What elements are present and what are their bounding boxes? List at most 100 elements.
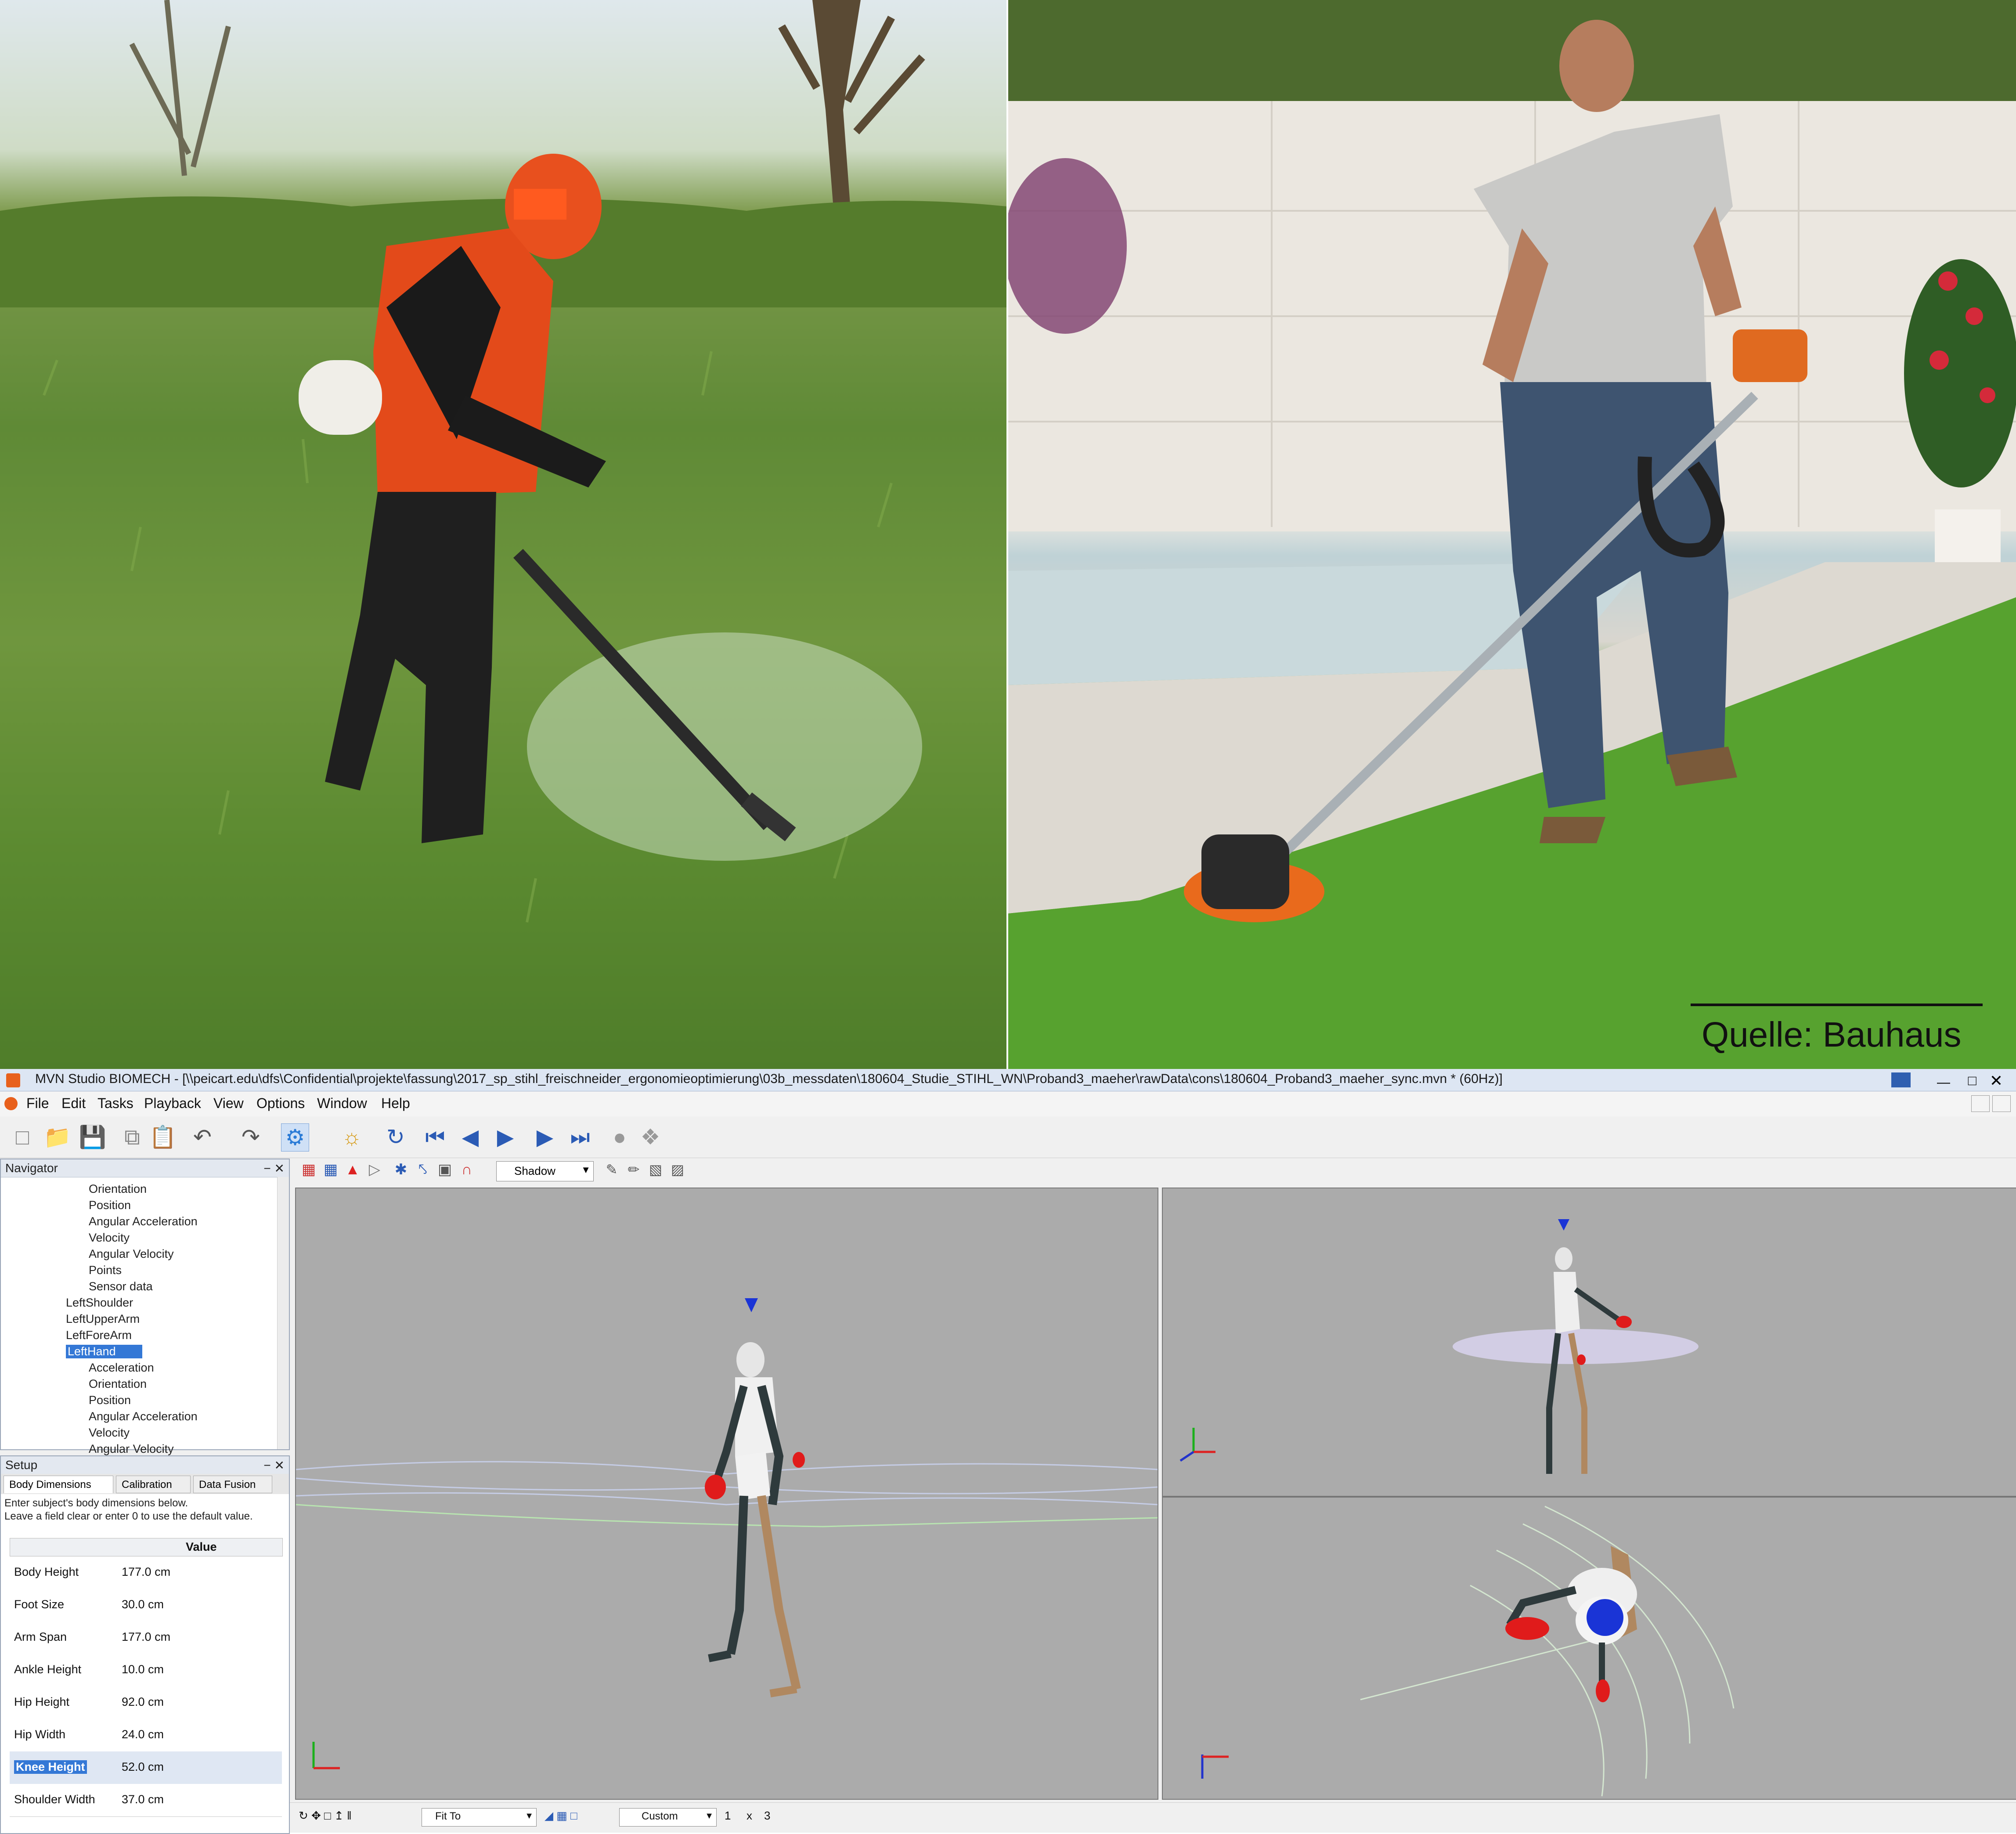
dimension-row[interactable]: Arm Span 177.0 cm <box>10 1621 282 1654</box>
tree-item[interactable]: Position <box>89 1199 131 1212</box>
dimension-row[interactable]: Hip Height 92.0 cm <box>10 1686 282 1719</box>
close-icon[interactable]: ✕ <box>1990 1072 2003 1090</box>
record-icon[interactable]: ● <box>606 1123 633 1151</box>
dimension-row[interactable]: Body Height 177.0 cm <box>10 1556 282 1589</box>
tab-data-fusion[interactable]: Data Fusion <box>193 1476 272 1493</box>
import-icon[interactable]: ▨ <box>667 1159 688 1180</box>
dimension-row[interactable]: Knee Height 52.0 cm <box>10 1751 282 1784</box>
tree-item[interactable]: Position <box>89 1394 131 1407</box>
dimensions-grid-header: Value <box>10 1538 283 1556</box>
reset-icon[interactable]: ↻ <box>382 1123 409 1151</box>
tree-item[interactable]: Angular Acceleration <box>89 1410 198 1423</box>
paste-icon[interactable]: 📋 <box>149 1123 177 1151</box>
previous-frame-icon[interactable]: ◀ <box>457 1123 484 1151</box>
tree-item[interactable]: Points <box>89 1264 122 1277</box>
menu-help[interactable]: Help <box>381 1095 410 1112</box>
dimension-row[interactable]: Shoulder Width 37.0 cm <box>10 1784 282 1817</box>
status-sep: x <box>747 1809 752 1822</box>
dimension-value[interactable]: 24.0 cm <box>122 1728 164 1741</box>
menu-view[interactable]: View <box>213 1095 244 1112</box>
calibrate-icon[interactable]: ☼ <box>338 1123 365 1151</box>
axis-icon[interactable]: ⤣ <box>413 1159 433 1180</box>
grid-icon[interactable]: ▦ <box>321 1159 341 1180</box>
tree-item[interactable]: Angular Velocity <box>89 1442 174 1456</box>
menu-edit[interactable]: Edit <box>61 1095 86 1112</box>
tree-item[interactable]: LeftUpperArm <box>66 1312 140 1326</box>
setup-description-line-1: Enter subject's body dimensions below. <box>4 1497 188 1509</box>
play-small-icon[interactable]: ▷ <box>364 1159 385 1180</box>
open-folder-icon[interactable]: 📁 <box>44 1123 71 1151</box>
dimension-label: Foot Size <box>14 1598 65 1611</box>
tree-item[interactable]: LeftShoulder <box>66 1296 133 1310</box>
shadow-dropdown[interactable]: Shadow ▼ <box>496 1161 594 1181</box>
viewport-top[interactable] <box>1162 1497 2016 1800</box>
tab-body-dimensions[interactable]: Body Dimensions <box>4 1476 113 1493</box>
status-view-icons[interactable]: ◢ ▦ □ <box>545 1809 577 1823</box>
menu-playback[interactable]: Playback <box>144 1095 201 1112</box>
tree-item[interactable]: Velocity <box>89 1426 130 1440</box>
dimension-value[interactable]: 177.0 cm <box>122 1630 170 1644</box>
dimension-value[interactable]: 52.0 cm <box>122 1760 164 1774</box>
frame-icon[interactable]: ▣ <box>435 1159 455 1180</box>
mdi-close-icon[interactable] <box>1992 1095 2011 1112</box>
status-page-2: 3 <box>764 1809 771 1822</box>
viewport-main[interactable] <box>295 1188 1158 1800</box>
new-file-icon[interactable]: □ <box>9 1123 36 1151</box>
last-frame-icon[interactable]: ⏭ <box>566 1123 594 1151</box>
tree-item[interactable]: Orientation <box>89 1377 147 1391</box>
menu-file[interactable]: File <box>26 1095 49 1112</box>
viewport-top-scene <box>1201 1505 1735 1797</box>
photo-brushcutter-worker <box>0 0 1006 1069</box>
status-tool-icons[interactable]: ↻ ✥ □ ↥ ‖ <box>299 1809 352 1823</box>
tree-item[interactable]: LeftHand <box>66 1345 142 1358</box>
zoom-dropdown[interactable]: Fit To ▼ <box>422 1808 537 1827</box>
export-icon[interactable]: ▧ <box>646 1159 666 1180</box>
magnet-icon[interactable]: ∩ <box>457 1159 477 1180</box>
tree-item[interactable]: Velocity <box>89 1231 130 1245</box>
tree-item[interactable]: Angular Acceleration <box>89 1215 198 1228</box>
first-frame-icon[interactable]: ⏮ <box>422 1123 449 1151</box>
dimension-value[interactable]: 10.0 cm <box>122 1663 164 1676</box>
menu-options[interactable]: Options <box>256 1095 305 1112</box>
menu-window[interactable]: Window <box>317 1095 367 1112</box>
redo-icon[interactable]: ↷ <box>237 1123 264 1151</box>
panel-pin-close-icon[interactable]: − ✕ <box>263 1161 285 1176</box>
view-dropdown[interactable]: Custom ▼ <box>619 1808 717 1827</box>
marker-icon[interactable]: ❖ <box>637 1123 664 1151</box>
tab-calibration[interactable]: Calibration <box>116 1476 191 1493</box>
dimension-value[interactable]: 37.0 cm <box>122 1793 164 1806</box>
sensor-config-icon[interactable]: ⚙ <box>281 1123 309 1152</box>
mvn-studio-window: MVN Studio BIOMECH - [\\peicart.edu\dfs\… <box>0 1069 2016 1834</box>
dimension-row[interactable]: Ankle Height 10.0 cm <box>10 1654 282 1687</box>
tree-item[interactable]: Orientation <box>89 1182 147 1196</box>
next-frame-icon[interactable]: ▶ <box>531 1123 559 1151</box>
setup-pin-close-icon[interactable]: − ✕ <box>263 1458 285 1473</box>
dimension-value[interactable]: 92.0 cm <box>122 1695 164 1709</box>
dimension-row[interactable]: Foot Size 30.0 cm <box>10 1589 282 1622</box>
edit-icon[interactable]: ✎ <box>602 1159 622 1180</box>
tree-item[interactable]: Angular Velocity <box>89 1247 174 1261</box>
pencil-icon[interactable]: ✏ <box>624 1159 644 1180</box>
skeleton-icon[interactable]: ✱ <box>391 1159 411 1180</box>
navigator-scrollbar[interactable] <box>277 1177 289 1449</box>
play-icon[interactable]: ▶ <box>492 1123 519 1151</box>
setup-panel: Setup − ✕ Body Dimensions Calibration Da… <box>0 1455 290 1834</box>
save-icon[interactable]: 💾 <box>79 1123 106 1151</box>
tree-item[interactable]: Sensor data <box>89 1280 153 1293</box>
monitor-icon[interactable] <box>1891 1072 1911 1087</box>
dimension-row[interactable]: Hip Width 24.0 cm <box>10 1719 282 1752</box>
restore-icon[interactable] <box>1971 1095 1990 1112</box>
undo-icon[interactable]: ↶ <box>189 1123 216 1151</box>
maximize-icon[interactable]: □ <box>1968 1072 1976 1089</box>
copy-icon[interactable]: ⧉ <box>119 1123 146 1151</box>
dimension-label: Arm Span <box>14 1630 67 1643</box>
dimension-value[interactable]: 177.0 cm <box>122 1565 170 1579</box>
dimension-value[interactable]: 30.0 cm <box>122 1598 164 1611</box>
menu-tasks[interactable]: Tasks <box>97 1095 133 1112</box>
minimize-icon[interactable]: — <box>1937 1075 1950 1090</box>
tree-item[interactable]: LeftForeArm <box>66 1329 132 1342</box>
warning-icon[interactable]: ▲ <box>343 1159 363 1180</box>
tree-item[interactable]: Acceleration <box>89 1361 154 1375</box>
viewport-side[interactable] <box>1162 1188 2016 1497</box>
view-a-icon[interactable]: ▦ <box>299 1159 319 1180</box>
